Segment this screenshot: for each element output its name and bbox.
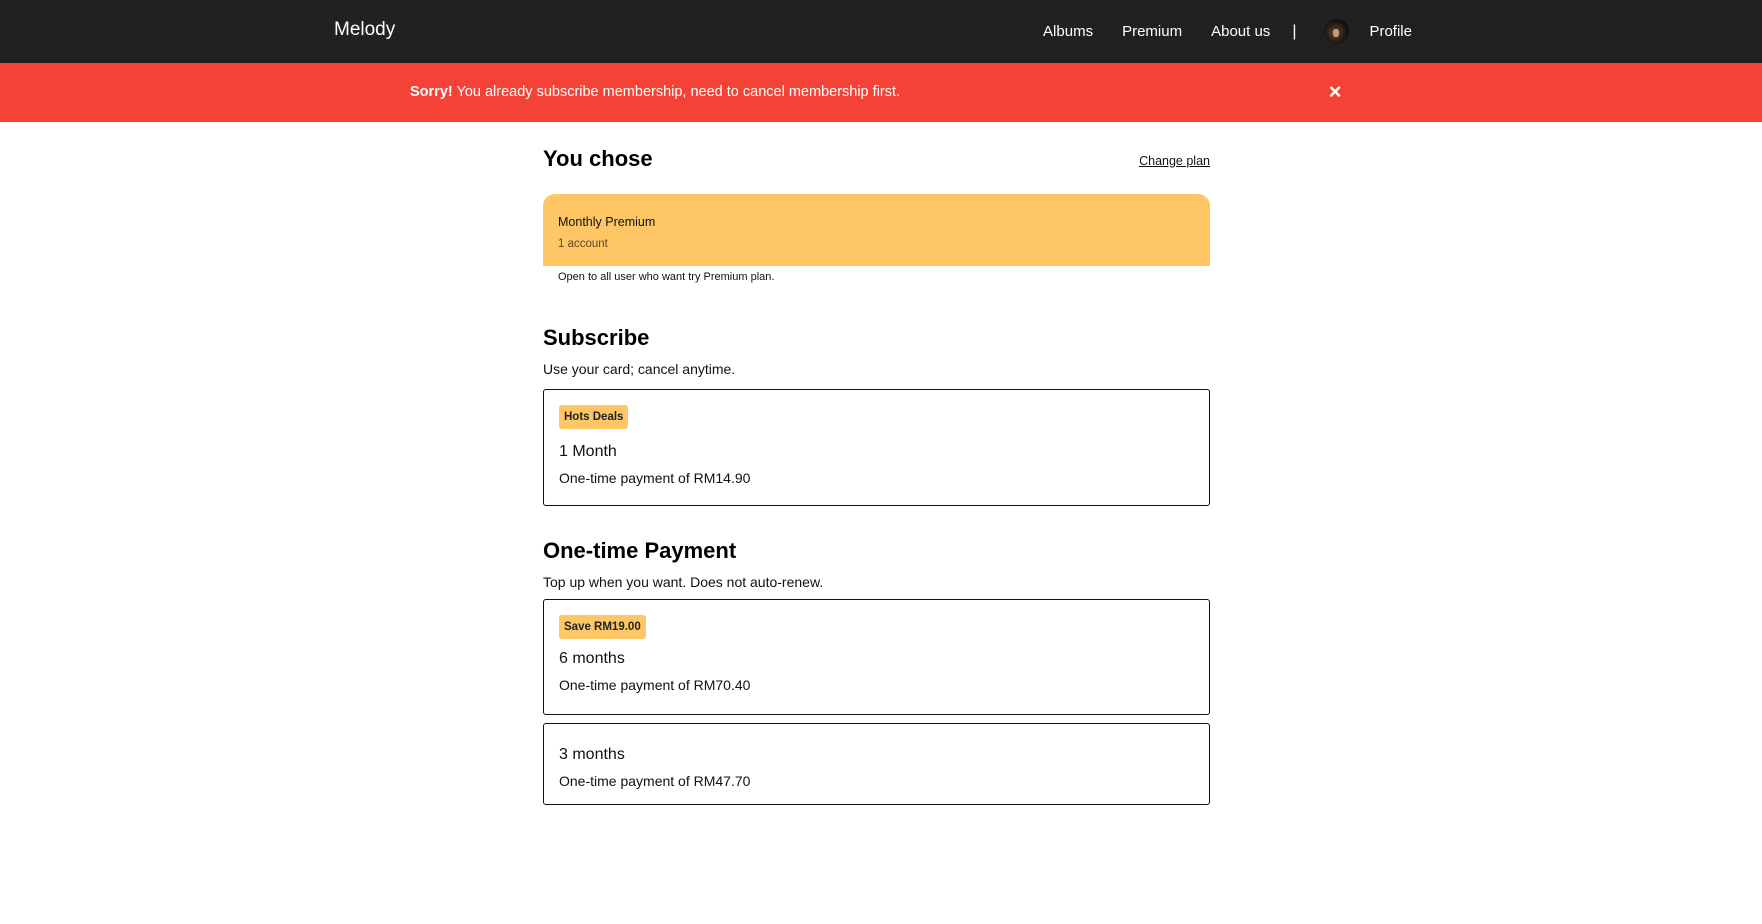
nav-link-profile[interactable]: Profile (1369, 23, 1412, 40)
option-3-months[interactable]: 3 months One-time payment of RM47.70 (543, 723, 1210, 805)
one-time-payment-subtitle: Top up when you want. Does not auto-rene… (543, 574, 824, 590)
plan-description: Open to all user who want try Premium pl… (558, 271, 775, 283)
nav-link-albums[interactable]: Albums (1043, 23, 1093, 40)
option-title: 3 months (559, 746, 625, 763)
save-badge: Save RM19.00 (559, 615, 646, 639)
option-price: One-time payment of RM47.70 (559, 773, 751, 789)
option-price: One-time payment of RM70.40 (559, 677, 751, 693)
option-6-months[interactable]: Save RM19.00 6 months One-time payment o… (543, 599, 1210, 715)
option-title: 1 Month (559, 443, 617, 460)
nav-links: Albums Premium About us | Profile (1043, 0, 1412, 63)
nav-link-premium[interactable]: Premium (1122, 23, 1182, 40)
brand-logo-link[interactable]: Melody (334, 19, 395, 41)
error-alert-banner: Sorry! You already subscribe membership,… (0, 63, 1762, 122)
you-chose-heading: You chose (543, 146, 653, 171)
alert-message: Sorry! You already subscribe membership,… (410, 84, 900, 100)
chosen-plan-card: Monthly Premium 1 account (543, 194, 1210, 266)
plan-name: Monthly Premium (558, 215, 656, 229)
nav-link-about-us[interactable]: About us (1211, 23, 1270, 40)
alert-body: You already subscribe membership, need t… (452, 84, 901, 100)
nav-separator: | (1292, 22, 1297, 40)
user-avatar-icon[interactable] (1324, 19, 1350, 44)
option-price: One-time payment of RM14.90 (559, 470, 751, 486)
checkout-main: You chose Change plan Monthly Premium 1 … (543, 122, 1210, 805)
chosen-plan-header: You chose Change plan (543, 122, 1210, 194)
plan-accounts: 1 account (558, 238, 608, 250)
subscribe-heading: Subscribe (543, 325, 650, 350)
one-time-payment-heading: One-time Payment (543, 538, 737, 563)
top-navbar: Melody Albums Premium About us | Profile (0, 0, 1762, 63)
hot-deals-badge: Hots Deals (559, 405, 629, 429)
alert-title: Sorry! (410, 84, 453, 100)
close-icon[interactable]: × (1327, 80, 1343, 104)
option-1-month[interactable]: Hots Deals 1 Month One-time payment of R… (543, 389, 1210, 506)
change-plan-link[interactable]: Change plan (1139, 154, 1210, 168)
subscribe-subtitle: Use your card; cancel anytime. (543, 361, 736, 377)
option-title: 6 months (559, 650, 625, 667)
